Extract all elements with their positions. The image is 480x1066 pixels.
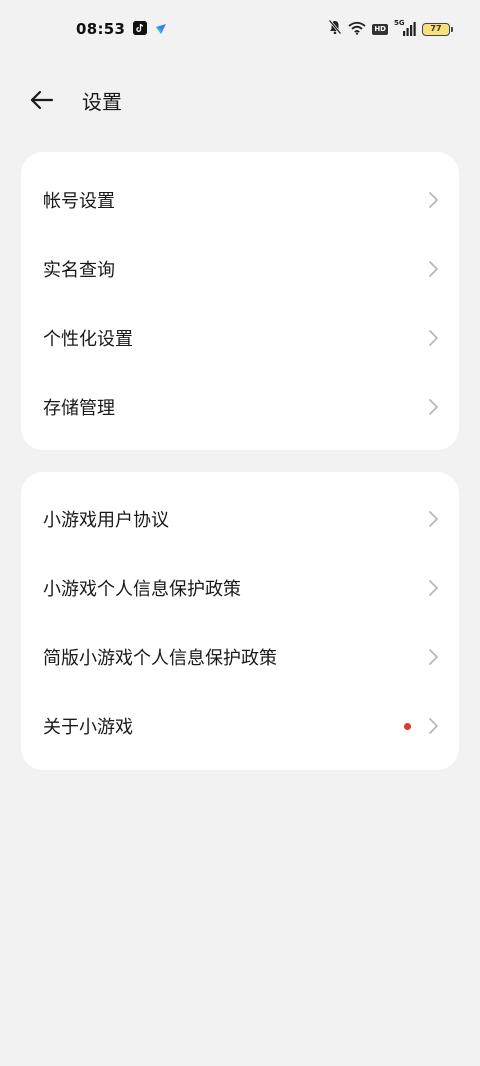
chevron-right-icon [429,192,438,208]
settings-group-minigame: 小游戏用户协议 小游戏个人信息保护政策 简版小游戏个人信息保护政策 关于小游戏 [21,472,459,770]
list-item-label: 存储管理 [43,398,115,419]
wifi-icon [348,20,366,39]
status-indicators: HD 5G 77 [328,18,453,40]
user-agreement-item[interactable]: 小游戏用户协议 [21,484,459,554]
signal-icon: 5G [394,19,416,37]
chevron-right-icon [429,649,438,665]
settings-group-account: 帐号设置 实名查询 个性化设置 存储管理 [21,152,459,450]
list-item-label: 简版小游戏个人信息保护政策 [43,648,277,669]
account-settings-item[interactable]: 帐号设置 [21,165,459,235]
notification-dot [404,723,411,730]
battery-icon: 77 [422,22,453,36]
chevron-right-icon [429,718,438,734]
battery-tip [451,26,453,32]
chevron-right-icon [429,399,438,415]
hd-badge: HD [372,23,388,35]
feishu-app-icon [154,21,168,35]
bell-muted-icon [328,19,342,39]
list-item-label: 关于小游戏 [43,717,133,738]
about-minigame-item[interactable]: 关于小游戏 [21,691,459,761]
status-bar: 08:53 HD 5G 77 [0,0,480,62]
page-title: 设置 [82,90,122,114]
list-item-label: 个性化设置 [43,329,133,350]
tiktok-app-icon [133,21,147,35]
privacy-policy-item[interactable]: 小游戏个人信息保护政策 [21,553,459,623]
real-name-query-item[interactable]: 实名查询 [21,234,459,304]
battery-level: 77 [430,24,442,33]
status-time: 08:53 [76,20,126,38]
simple-privacy-policy-item[interactable]: 简版小游戏个人信息保护政策 [21,622,459,692]
list-item-label: 帐号设置 [43,191,115,212]
chevron-right-icon [429,330,438,346]
list-item-label: 小游戏个人信息保护政策 [43,579,241,600]
header-bar: 设置 [0,70,480,130]
back-button[interactable] [24,82,60,118]
list-item-label: 小游戏用户协议 [43,510,169,531]
storage-management-item[interactable]: 存储管理 [21,372,459,442]
list-item-label: 实名查询 [43,260,115,281]
chevron-right-icon [429,511,438,527]
personalization-item[interactable]: 个性化设置 [21,303,459,373]
chevron-right-icon [429,580,438,596]
arrow-left-icon [30,90,54,110]
chevron-right-icon [429,261,438,277]
